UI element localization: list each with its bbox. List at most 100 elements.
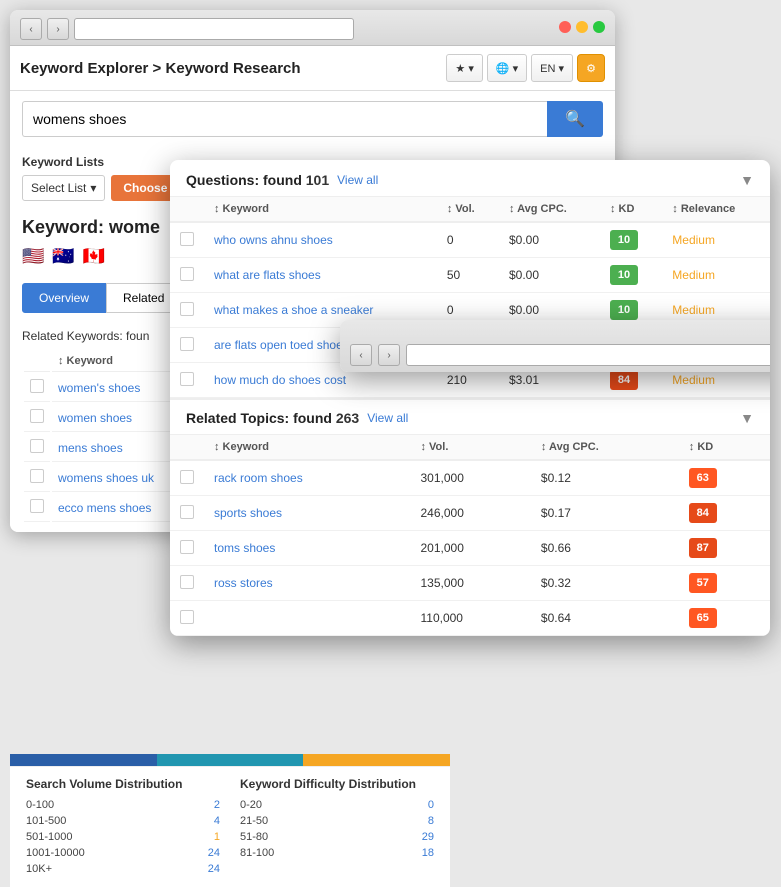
questions-header: Questions: found 101 View all ▼ xyxy=(170,160,770,197)
kw-cell[interactable]: toms shoes xyxy=(204,531,410,566)
breadcrumb-part1: Keyword Explorer xyxy=(20,60,148,77)
minimize-btn[interactable] xyxy=(576,21,588,33)
checkbox[interactable] xyxy=(30,379,44,393)
table-row: sports shoes 246,000 $0.17 84 xyxy=(170,496,770,531)
search-vol-dist: Search Volume Distribution 0-100 2 101-5… xyxy=(26,777,220,877)
th-vol: ↕ Vol. xyxy=(410,435,530,460)
th-cpc: ↕ Avg CPC. xyxy=(499,197,600,222)
sv-dist-title: Search Volume Distribution xyxy=(26,777,220,791)
checkbox[interactable] xyxy=(30,409,44,423)
vol-cell: 50 xyxy=(437,258,499,293)
maximize-btn[interactable] xyxy=(593,21,605,33)
kw-cell[interactable]: ross stores xyxy=(204,566,410,601)
vol-cell: 135,000 xyxy=(410,566,530,601)
cpc-cell: $0.12 xyxy=(531,460,679,496)
checkbox[interactable] xyxy=(180,337,194,351)
range-label: 501-1000 xyxy=(26,831,73,843)
th-cpc: ↕ Avg CPC. xyxy=(531,435,679,460)
range-val: 24 xyxy=(208,863,220,875)
checkbox[interactable] xyxy=(180,540,194,554)
checkbox[interactable] xyxy=(30,499,44,513)
kd-dist: Keyword Difficulty Distribution 0-20 0 2… xyxy=(240,777,434,877)
select-list-button[interactable]: Select List ▾ xyxy=(22,175,105,201)
kd-badge: 65 xyxy=(689,608,717,628)
settings-button[interactable]: ⚙ xyxy=(577,54,605,82)
checkbox[interactable] xyxy=(180,267,194,281)
kw-cell[interactable]: what are flats shoes xyxy=(204,258,437,293)
vol-cell: 0 xyxy=(437,222,499,258)
q-count: 101 xyxy=(306,172,329,188)
front-address-bar[interactable] xyxy=(406,344,770,366)
kd-badge: 57 xyxy=(689,573,717,593)
breadcrumb: Keyword Explorer > Keyword Research xyxy=(20,60,301,77)
lang-button[interactable]: EN ▾ xyxy=(531,54,573,82)
flag-ca[interactable]: 🇨🇦 xyxy=(83,246,105,267)
table-row: toms shoes 201,000 $0.66 87 xyxy=(170,531,770,566)
range-val: 4 xyxy=(214,815,220,827)
cpc-cell: $0.00 xyxy=(499,258,600,293)
front-fwd-btn[interactable]: › xyxy=(378,344,400,366)
questions-title: Questions: found 101 xyxy=(186,172,329,188)
checkbox[interactable] xyxy=(180,470,194,484)
kw-cell[interactable]: who owns ahnu shoes xyxy=(204,222,437,258)
checkbox[interactable] xyxy=(180,610,194,624)
dist-row: 0-100 2 xyxy=(26,797,220,813)
main-search-input[interactable] xyxy=(22,101,547,137)
dist-row: 81-100 18 xyxy=(240,845,434,861)
kd-badge: 63 xyxy=(689,468,717,488)
checkbox[interactable] xyxy=(180,372,194,386)
breadcrumb-part2: Keyword Research xyxy=(165,60,300,77)
th-vol: ↕ Vol. xyxy=(437,197,499,222)
th-kd: ↕ KD xyxy=(679,435,770,460)
kw-cell[interactable]: sports shoes xyxy=(204,496,410,531)
related-topics-header: Related Topics: found 263 View all ▼ xyxy=(170,398,770,435)
back-address-bar[interactable] xyxy=(74,18,354,40)
dist-row: 51-80 29 xyxy=(240,829,434,845)
close-btn[interactable] xyxy=(559,21,571,33)
flag-us[interactable]: 🇺🇸 xyxy=(22,246,44,267)
related-view-all[interactable]: View all xyxy=(367,411,408,425)
range-val: 1 xyxy=(214,831,220,843)
checkbox[interactable] xyxy=(180,232,194,246)
rt-count: 263 xyxy=(336,410,359,426)
vol-cell: 110,000 xyxy=(410,601,530,636)
dist-row: 101-500 4 xyxy=(26,813,220,829)
globe-button[interactable]: 🌐 ▾ xyxy=(487,54,527,82)
dist-row: 10K+ 24 xyxy=(26,861,220,877)
checkbox[interactable] xyxy=(30,469,44,483)
flag-au[interactable]: 🇦🇺 xyxy=(52,246,74,267)
checkbox[interactable] xyxy=(180,302,194,316)
front-back-btn[interactable]: ‹ xyxy=(350,344,372,366)
checkbox[interactable] xyxy=(30,439,44,453)
related-filter-icon[interactable]: ▼ xyxy=(740,410,754,426)
checkbox[interactable] xyxy=(180,575,194,589)
th-kd: ↕ KD xyxy=(600,197,662,222)
search-button[interactable]: 🔍 xyxy=(547,101,603,137)
cpc-cell: $0.66 xyxy=(531,531,679,566)
range-label: 0-20 xyxy=(240,799,262,811)
back-nav-btn[interactable]: ‹ xyxy=(20,18,42,40)
relevance-cell: Medium xyxy=(662,258,770,293)
kd-badge: 87 xyxy=(689,538,717,558)
q-prefix: Questions: found xyxy=(186,172,306,188)
range-val: 24 xyxy=(208,847,220,859)
kw-cell[interactable] xyxy=(204,601,410,636)
checkbox[interactable] xyxy=(180,505,194,519)
forward-nav-btn[interactable]: › xyxy=(47,18,69,40)
kd-badge: 84 xyxy=(610,370,638,390)
table-row: ross stores 135,000 $0.32 57 xyxy=(170,566,770,601)
cpc-cell: $0.00 xyxy=(499,222,600,258)
table-row: rack room shoes 301,000 $0.12 63 xyxy=(170,460,770,496)
tab-overview[interactable]: Overview xyxy=(22,283,106,313)
dist-row: 0-20 0 xyxy=(240,797,434,813)
vol-cell: 301,000 xyxy=(410,460,530,496)
filter-icon[interactable]: ▼ xyxy=(740,172,754,188)
kw-cell[interactable]: rack room shoes xyxy=(204,460,410,496)
view-all-link[interactable]: View all xyxy=(337,173,378,187)
select-list-label: Select List xyxy=(31,181,86,195)
table-row: 110,000 $0.64 65 xyxy=(170,601,770,636)
th-keyword: ↕ Keyword xyxy=(204,435,410,460)
range-val: 8 xyxy=(428,815,434,827)
star-button[interactable]: ★ ▾ xyxy=(446,54,482,82)
breadcrumb-sep: > xyxy=(148,60,165,77)
